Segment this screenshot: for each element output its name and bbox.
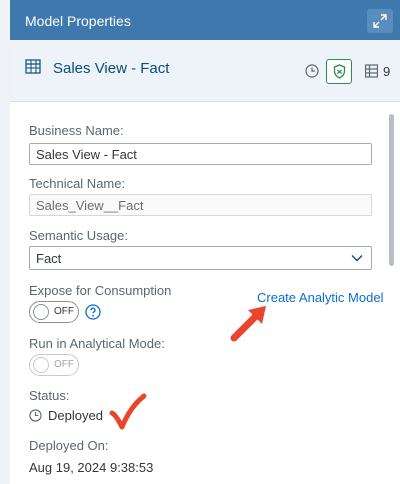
view-icon (25, 59, 41, 74)
business-name-label: Business Name: (29, 123, 124, 138)
semantic-usage-label: Semantic Usage: (29, 228, 128, 243)
clock-icon (29, 409, 42, 422)
status-value: Deployed (48, 408, 103, 423)
technical-name-field: Sales_View__Fact (29, 194, 372, 216)
expose-toggle[interactable]: OFF (29, 301, 79, 323)
toggle-knob (33, 304, 49, 320)
annotation-checkmark-icon (109, 393, 147, 430)
annotation-arrow-icon (230, 306, 266, 342)
analytical-mode-label: Run in Analytical Mode: (29, 336, 165, 351)
expand-icon (373, 14, 387, 28)
deployed-on-label: Deployed On: (29, 438, 109, 453)
expose-toggle-text: OFF (54, 306, 74, 317)
column-count: 9 (383, 64, 391, 79)
status-label: Status: (29, 388, 70, 403)
help-icon[interactable] (85, 304, 101, 320)
object-header: Sales View - Fact 9 (10, 40, 400, 102)
technical-name-label: Technical Name: (29, 176, 126, 191)
object-title: Sales View - Fact (53, 60, 170, 77)
status-value-row: Deployed (29, 408, 103, 423)
table-icon (365, 64, 378, 78)
analytical-mode-toggle: OFF (29, 354, 79, 376)
scrollbar[interactable] (389, 114, 394, 266)
semantic-usage-select[interactable]: Fact (29, 246, 372, 270)
expose-label: Expose for Consumption (29, 283, 172, 298)
left-strip (0, 0, 10, 484)
toggle-knob (33, 357, 49, 373)
business-name-input[interactable]: Sales View - Fact (29, 143, 372, 165)
panel-title: Model Properties (25, 13, 131, 29)
expand-button[interactable] (367, 9, 393, 33)
clock-icon[interactable] (305, 64, 319, 78)
deployed-on-value: Aug 19, 2024 9:38:53 (29, 460, 154, 475)
shield-icon (333, 64, 345, 79)
shield-button[interactable] (326, 59, 352, 84)
chevron-down-icon (351, 255, 363, 262)
analytical-mode-toggle-text: OFF (54, 359, 74, 370)
semantic-usage-value: Fact (36, 251, 62, 266)
panel-header: Model Properties (10, 0, 400, 40)
